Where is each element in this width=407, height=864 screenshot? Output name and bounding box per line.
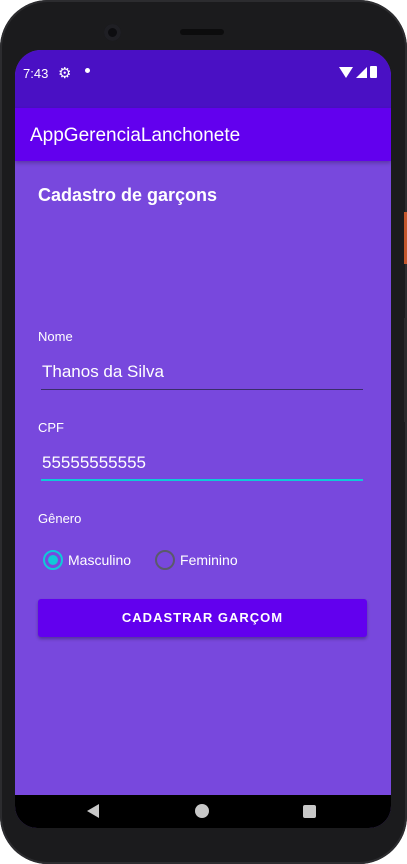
radio-feminino[interactable]: Feminino <box>155 550 238 570</box>
screen: 7:43 ⚙ AppGerenciaLanchonete Cadastro de… <box>15 50 391 828</box>
app-bar: AppGerenciaLanchonete <box>15 108 391 161</box>
status-bar: 7:43 ⚙ <box>15 50 391 108</box>
signal-icon <box>356 66 367 78</box>
back-icon[interactable] <box>87 804 99 818</box>
status-time: 7:43 <box>23 66 49 81</box>
status-indicators <box>339 66 377 78</box>
cpf-label: CPF <box>38 420 64 435</box>
cpf-field-value: 55555555555 <box>42 453 147 472</box>
radio-unchecked-icon <box>155 550 176 570</box>
name-field-value: Thanos da Silva <box>42 362 164 381</box>
wifi-icon <box>339 66 353 78</box>
notification-dot-icon <box>85 68 90 73</box>
radio-label-feminino: Feminino <box>180 552 238 568</box>
name-label: Nome <box>38 329 73 344</box>
radio-masculino[interactable]: Masculino <box>43 550 131 570</box>
app-title: AppGerenciaLanchonete <box>30 125 241 146</box>
settings-icon: ⚙ <box>58 65 72 82</box>
earpiece-speaker <box>180 29 224 35</box>
recents-icon[interactable] <box>303 805 316 818</box>
cpf-field[interactable]: 55555555555 <box>41 447 363 481</box>
radio-checked-icon <box>43 550 63 570</box>
gender-label: Gênero <box>38 511 82 526</box>
radio-label-masculino: Masculino <box>68 552 132 568</box>
gender-radio-group: Masculino Feminino <box>43 550 262 570</box>
form-content: Cadastro de garçons Nome Thanos da Silva… <box>15 161 391 795</box>
front-camera <box>104 24 121 41</box>
name-field[interactable]: Thanos da Silva <box>41 356 363 390</box>
phone-frame: 7:43 ⚙ AppGerenciaLanchonete Cadastro de… <box>0 0 407 864</box>
battery-icon <box>370 66 377 78</box>
navigation-bar <box>15 795 391 828</box>
register-waiter-button[interactable]: CADASTRAR GARÇOM <box>38 599 367 637</box>
home-icon[interactable] <box>195 804 209 818</box>
page-title: Cadastro de garçons <box>38 185 218 205</box>
